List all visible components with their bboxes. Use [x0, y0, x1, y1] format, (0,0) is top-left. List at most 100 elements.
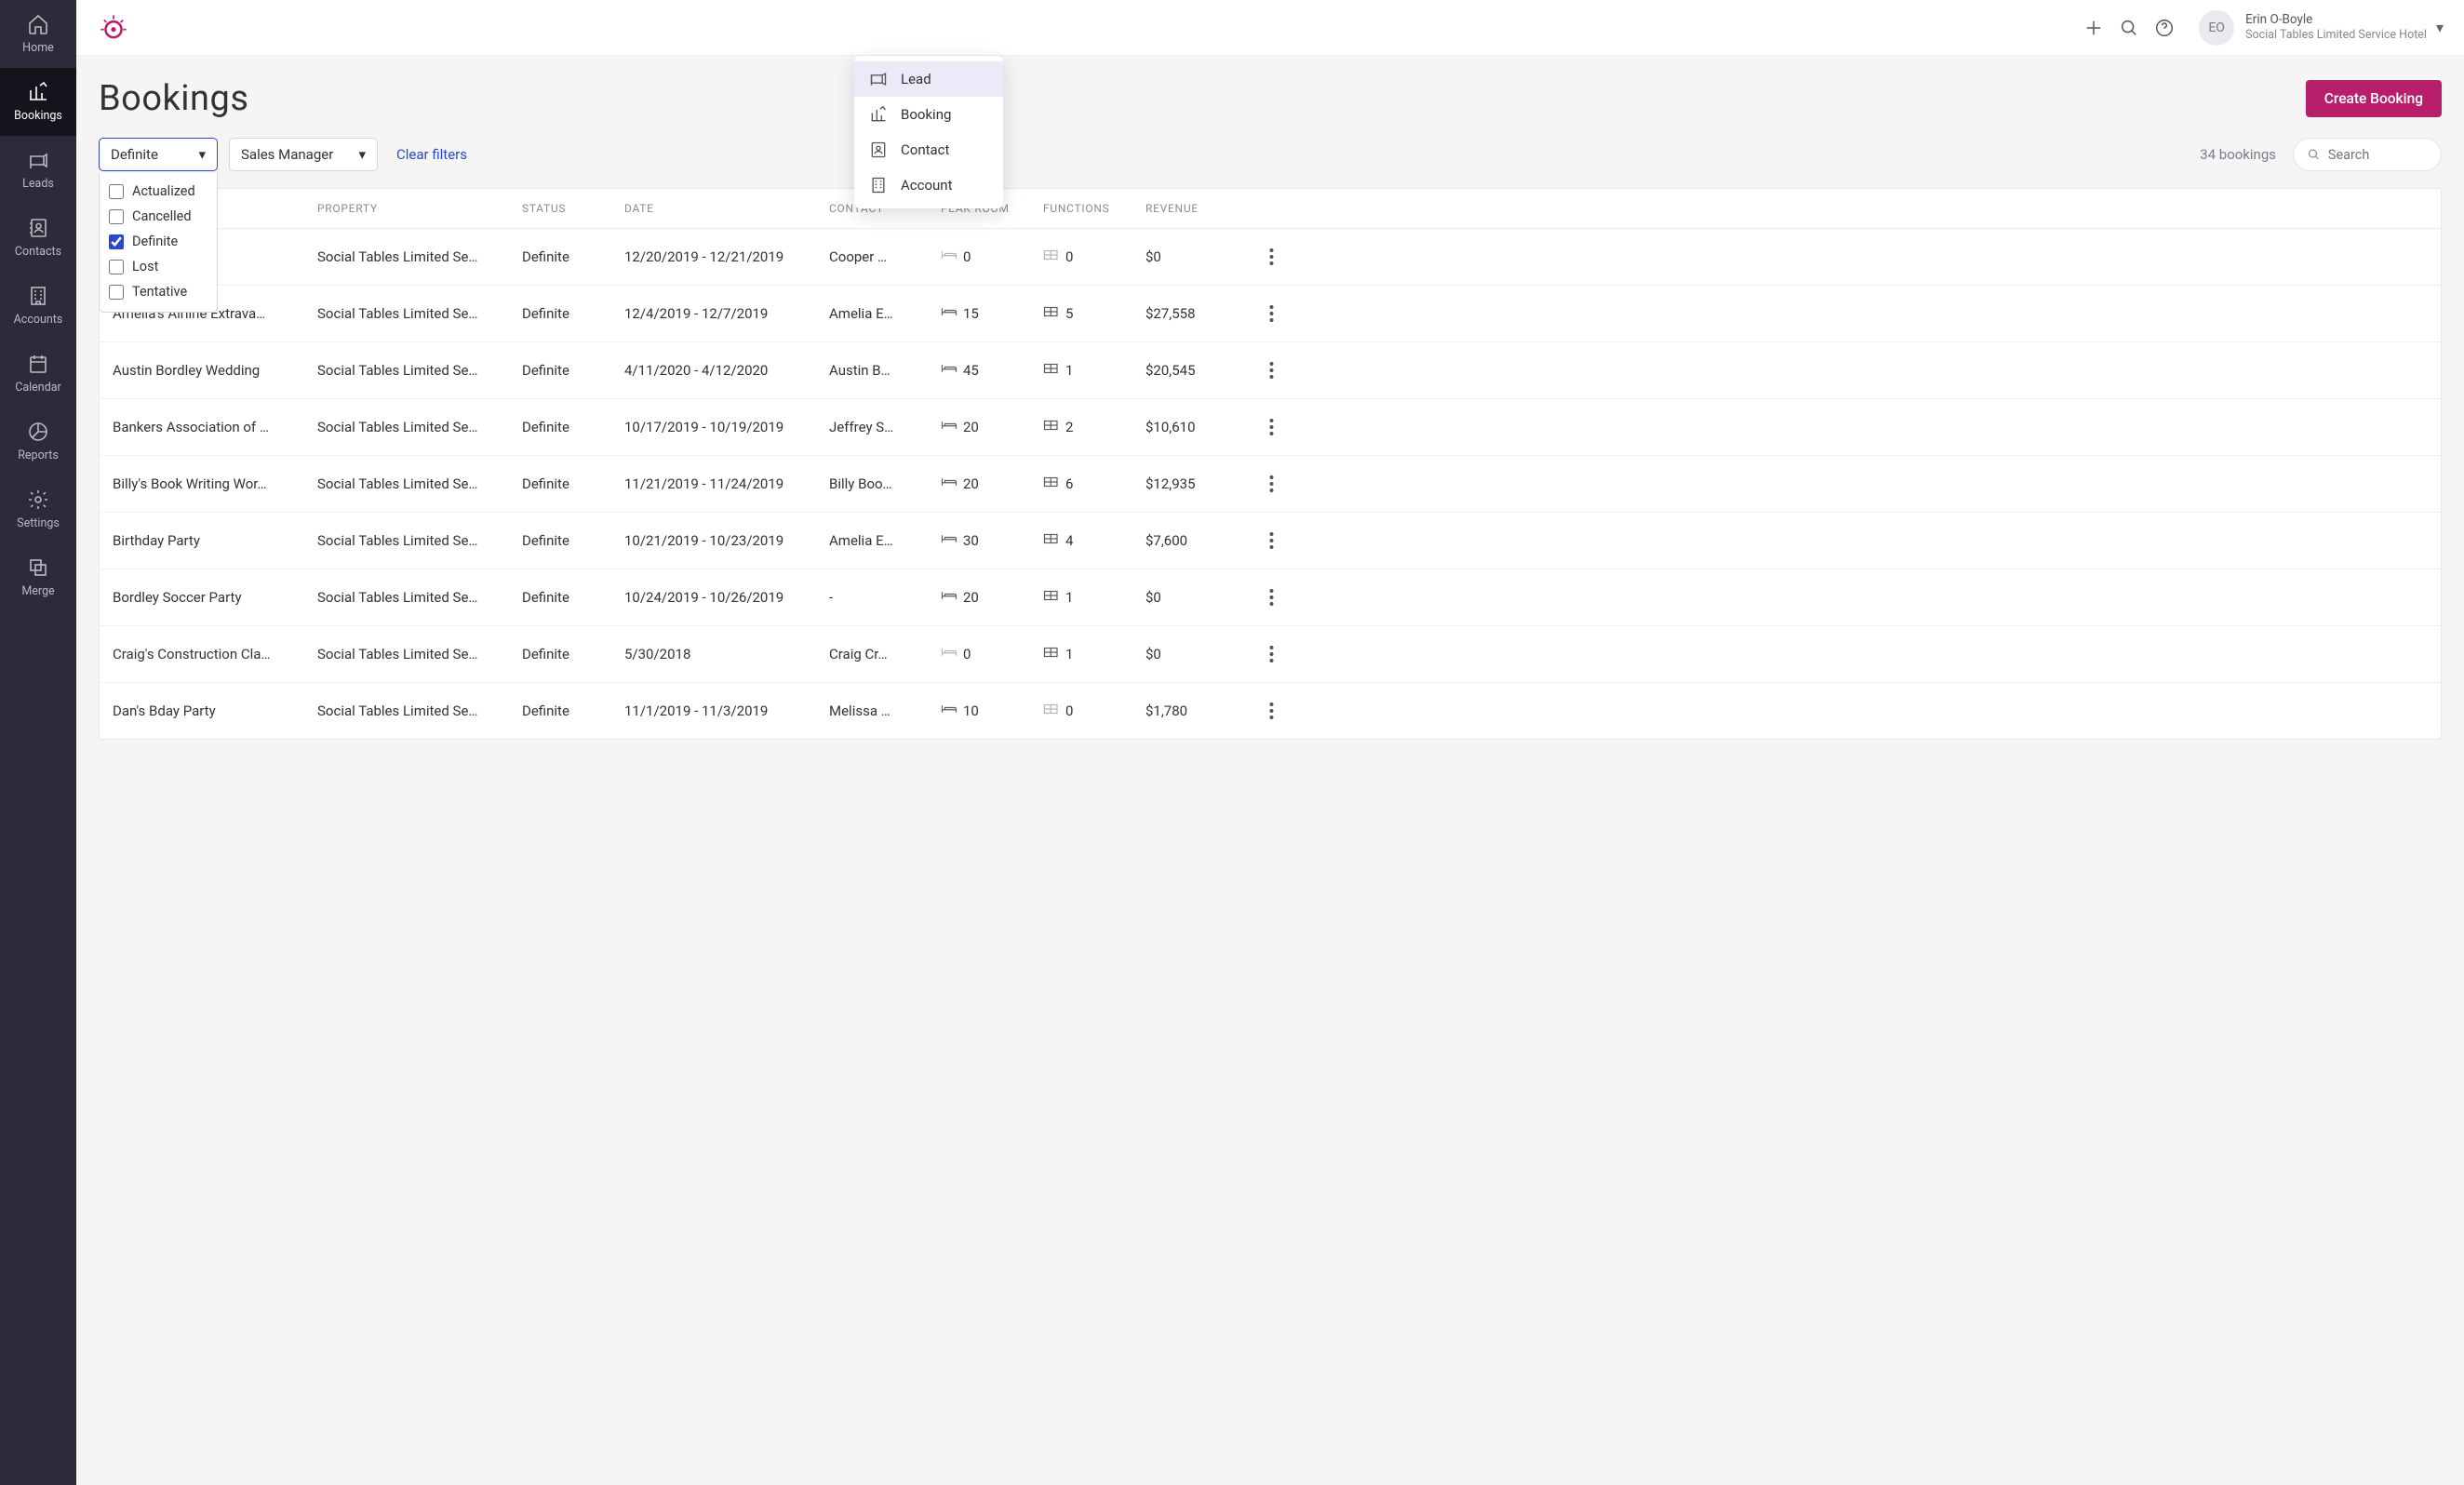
caret-down-icon: ▾: [358, 146, 366, 163]
add-menu-contact[interactable]: Contact: [854, 132, 1003, 167]
row-menu-button[interactable]: [1248, 588, 1294, 607]
user-org: Social Tables Limited Service Hotel: [2245, 28, 2427, 43]
cell-name: Bankers Association of …: [113, 419, 317, 435]
table-row[interactable]: … Will Be …Social Tables Limited Se…Defi…: [100, 229, 2441, 286]
cell-peak-room: 0: [941, 646, 1043, 662]
cell-property: Social Tables Limited Se…: [317, 362, 522, 379]
status-option[interactable]: Definite: [109, 229, 208, 254]
status-option[interactable]: Tentative: [109, 279, 208, 304]
sidebar-item-bookings[interactable]: Bookings: [0, 68, 76, 136]
status-option[interactable]: Actualized: [109, 179, 208, 204]
grid-icon: [1043, 419, 1060, 432]
table-row[interactable]: Bankers Association of …Social Tables Li…: [100, 399, 2441, 456]
cell-status: Definite: [522, 532, 624, 549]
role-filter-value: Sales Manager: [241, 146, 333, 163]
row-menu-button[interactable]: [1248, 702, 1294, 720]
search-button[interactable]: [2111, 10, 2147, 46]
sidebar-item-home[interactable]: Home: [0, 0, 76, 68]
bed-icon: [941, 702, 957, 716]
grid-icon: [1043, 475, 1060, 488]
sidebar-item-label: Contacts: [15, 245, 61, 259]
table-search-input[interactable]: [2328, 147, 2428, 163]
cell-property: Social Tables Limited Se…: [317, 589, 522, 606]
col-property[interactable]: PROPERTY: [317, 202, 522, 215]
table-row[interactable]: Dan's Bday PartySocial Tables Limited Se…: [100, 683, 2441, 739]
status-option-label: Definite: [132, 234, 178, 249]
table-row[interactable]: Amelia's Airline Extrava…Social Tables L…: [100, 286, 2441, 342]
row-menu-button[interactable]: [1248, 418, 1294, 436]
help-button[interactable]: [2147, 10, 2182, 46]
sidebar-item-settings[interactable]: Settings: [0, 475, 76, 543]
row-menu-button[interactable]: [1248, 645, 1294, 663]
chevron-down-icon: ▾: [2436, 19, 2444, 36]
cell-status: Definite: [522, 702, 624, 719]
status-option-checkbox[interactable]: [109, 184, 124, 199]
cell-status: Definite: [522, 248, 624, 265]
cell-peak-room: 10: [941, 702, 1043, 719]
cell-date: 10/24/2019 - 10/26/2019: [624, 589, 829, 606]
status-option-checkbox[interactable]: [109, 209, 124, 224]
cell-date: 11/1/2019 - 11/3/2019: [624, 702, 829, 719]
col-status[interactable]: STATUS: [522, 202, 624, 215]
grid-icon: [1043, 362, 1060, 375]
sidebar-item-accounts[interactable]: Accounts: [0, 272, 76, 340]
add-menu-item-label: Lead: [901, 71, 931, 87]
clear-filters-link[interactable]: Clear filters: [396, 146, 467, 163]
cell-status: Definite: [522, 362, 624, 379]
cell-functions: 2: [1043, 419, 1145, 435]
add-menu-account[interactable]: Account: [854, 167, 1003, 203]
status-filter[interactable]: Definite ▾ ActualizedCancelledDefiniteLo…: [99, 138, 218, 171]
status-option[interactable]: Cancelled: [109, 204, 208, 229]
status-option-checkbox[interactable]: [109, 234, 124, 249]
status-option-checkbox[interactable]: [109, 260, 124, 274]
sidebar-item-merge[interactable]: Merge: [0, 543, 76, 611]
table-row[interactable]: Billy's Book Writing Wor…Social Tables L…: [100, 456, 2441, 513]
merge-icon: [27, 556, 49, 579]
row-menu-button[interactable]: [1248, 304, 1294, 323]
cell-contact: Amelia E…: [829, 532, 941, 549]
table-row[interactable]: Birthday PartySocial Tables Limited Se…D…: [100, 513, 2441, 569]
sidebar-item-label: Accounts: [14, 313, 63, 327]
cell-property: Social Tables Limited Se…: [317, 532, 522, 549]
status-option-checkbox[interactable]: [109, 285, 124, 300]
cell-status: Definite: [522, 305, 624, 322]
status-option-label: Cancelled: [132, 208, 192, 224]
bed-icon: [941, 589, 957, 602]
bed-icon: [941, 305, 957, 318]
table-search[interactable]: [2293, 138, 2442, 171]
status-option[interactable]: Lost: [109, 254, 208, 279]
add-button[interactable]: [2076, 10, 2111, 46]
sidebar-item-calendar[interactable]: Calendar: [0, 340, 76, 408]
col-date[interactable]: DATE: [624, 202, 829, 215]
content-area: Bookings Create Booking Definite ▾ Actua…: [76, 56, 2464, 1485]
col-revenue[interactable]: REVENUE: [1145, 202, 1248, 215]
table-row[interactable]: Craig's Construction Cla…Social Tables L…: [100, 626, 2441, 683]
row-menu-button[interactable]: [1248, 531, 1294, 550]
add-menu-booking[interactable]: Booking: [854, 97, 1003, 132]
cell-functions: 0: [1043, 248, 1145, 265]
table-row[interactable]: Austin Bordley WeddingSocial Tables Limi…: [100, 342, 2441, 399]
row-menu-button[interactable]: [1248, 475, 1294, 493]
user-menu[interactable]: EO Erin O-Boyle Social Tables Limited Se…: [2199, 10, 2444, 46]
sidebar-item-reports[interactable]: Reports: [0, 408, 76, 475]
row-menu-button[interactable]: [1248, 361, 1294, 380]
cell-contact: -: [829, 589, 941, 606]
col-functions[interactable]: FUNCTIONS: [1043, 202, 1145, 215]
status-option-label: Lost: [132, 259, 158, 274]
create-booking-button[interactable]: Create Booking: [2306, 80, 2442, 117]
sidebar-item-label: Bookings: [14, 109, 62, 123]
cell-revenue: $1,780: [1145, 702, 1248, 719]
cell-status: Definite: [522, 589, 624, 606]
sidebar-item-label: Home: [22, 41, 54, 55]
sidebar-item-leads[interactable]: Leads: [0, 136, 76, 204]
cell-name: Bordley Soccer Party: [113, 589, 317, 606]
status-option-label: Actualized: [132, 183, 195, 199]
page-title: Bookings: [99, 78, 248, 119]
row-menu-button[interactable]: [1248, 248, 1294, 266]
table-row[interactable]: Bordley Soccer PartySocial Tables Limite…: [100, 569, 2441, 626]
cell-name: Craig's Construction Cla…: [113, 646, 317, 662]
cell-property: Social Tables Limited Se…: [317, 419, 522, 435]
sidebar-item-contacts[interactable]: Contacts: [0, 204, 76, 272]
add-menu-lead[interactable]: Lead: [854, 61, 1003, 97]
role-filter[interactable]: Sales Manager ▾: [229, 138, 378, 171]
